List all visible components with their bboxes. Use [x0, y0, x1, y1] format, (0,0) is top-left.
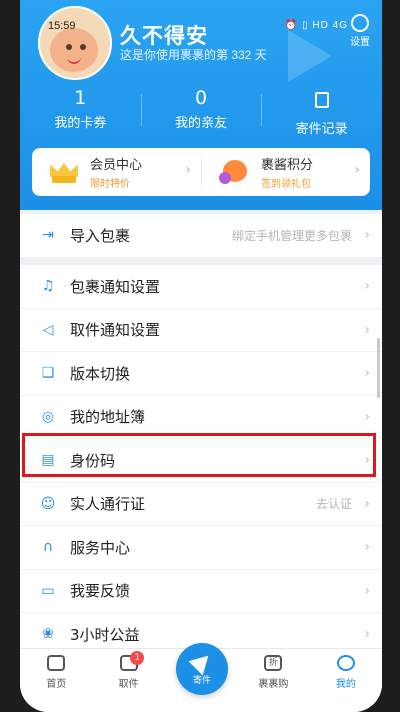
menu-item-label: 我要反馈 [70, 582, 131, 601]
stat-friends[interactable]: 0 我的亲友 [140, 86, 262, 136]
home-icon [47, 655, 66, 671]
person-icon: ☺ [40, 495, 56, 512]
chevron-right-icon: › [364, 321, 370, 338]
import-hint: 绑定手机管理更多包裹 [231, 228, 352, 243]
headset-icon: ∩ [42, 539, 54, 556]
usage-days: 这是你使用裹裹的第 332 天 [120, 48, 267, 62]
chevron-right-icon: › [364, 278, 370, 295]
member-center-title: 会员中心 [90, 158, 143, 173]
chevron-right-icon: › [185, 162, 191, 178]
stat-send-records[interactable]: 寄件记录 [261, 86, 382, 137]
settings-label: 设置 [350, 37, 370, 48]
import-packages-row[interactable]: ⇥ 导入包裹 绑定手机管理更多包裹 › [20, 214, 382, 257]
scrollbar[interactable] [377, 338, 380, 398]
stat-friends-value: 0 [194, 87, 208, 109]
crown-icon [50, 161, 78, 183]
charity-icon: ❀ [42, 626, 54, 643]
status-icons: ⏰ ▯ HD 4G [284, 20, 348, 31]
stat-coupons-value: 1 [74, 87, 87, 109]
menu-item-service-center[interactable]: ∩ 服务中心 › [20, 525, 382, 569]
verify-hint: 去认证 [315, 497, 352, 512]
import-label: 导入包裹 [70, 226, 131, 245]
tab-pickup-label: 取件 [118, 679, 139, 690]
menu-item-address-book[interactable]: ◎ 我的地址簿 › [20, 394, 382, 439]
switch-icon: ❏ [41, 365, 55, 382]
bell-icon: ♫ [41, 278, 55, 295]
menu-item-version-switch[interactable]: ❏ 版本切换 › [20, 351, 382, 395]
tab-home-label: 首页 [46, 679, 67, 690]
chevron-right-icon: › [354, 162, 360, 178]
chevron-right-icon: › [364, 365, 370, 382]
chevron-right-icon: › [364, 539, 370, 556]
chevron-right-icon: › [364, 626, 370, 643]
send-button[interactable]: 寄件 [176, 643, 228, 695]
mascot-icon [336, 655, 355, 671]
avatar[interactable] [38, 6, 112, 80]
stats-row: 1 我的卡券 0 我的亲友 寄件记录 [20, 86, 382, 137]
phone-frame: 15:59 ⏰ ▯ HD 4G 久不得安 这是你使用裹裹的第 332 天 设置 … [0, 0, 400, 712]
menu-item-label: 3小时公益 [70, 625, 140, 644]
paper-plane-icon [188, 648, 216, 676]
avatar-eye-right [80, 44, 86, 50]
points-title: 裹酱积分 [261, 158, 314, 173]
chevron-right-icon: › [364, 495, 370, 512]
member-center-entry[interactable]: 会员中心 限时特价 › [32, 148, 201, 196]
chevron-right-icon: › [364, 227, 370, 244]
points-subtitle: 签到领礼包 [261, 179, 311, 190]
menu-item-label: 包裹通知设置 [70, 277, 161, 296]
gear-icon [351, 14, 369, 32]
stat-friends-label: 我的亲友 [175, 116, 228, 131]
points-entry[interactable]: 裹酱积分 签到领礼包 › [201, 148, 370, 196]
tab-home[interactable]: 首页 [20, 649, 92, 712]
document-icon [314, 92, 329, 108]
menu-list: ♫ 包裹通知设置 › ◁ 取件通知设置 › ❏ 版本切换 › ◎ 我的地址簿 ›… [20, 265, 382, 656]
stat-coupons[interactable]: 1 我的卡券 [20, 86, 141, 136]
avatar-face [50, 28, 98, 72]
menu-item-label: 取件通知设置 [70, 321, 161, 340]
settings-button[interactable]: 设置 [350, 14, 370, 48]
stat-send-records-label: 寄件记录 [295, 122, 348, 137]
tab-mine[interactable]: 我的 [310, 649, 382, 712]
speaker-icon: ◁ [42, 321, 54, 338]
tab-pickup[interactable]: 1 取件 [92, 649, 164, 712]
menu-item-identity-code[interactable]: ▤ 身份码 › [20, 438, 382, 482]
member-center-subtitle: 限时特价 [90, 179, 130, 190]
tab-shop-label: 裹裹购 [258, 679, 289, 690]
tab-shop[interactable]: 折 裹裹购 [237, 649, 309, 712]
stat-coupons-label: 我的卡券 [54, 116, 107, 131]
tab-mine-label: 我的 [335, 679, 356, 690]
status-time: 15:59 [48, 20, 76, 32]
menu-item-pickup-notify[interactable]: ◁ 取件通知设置 › [20, 307, 382, 352]
avatar-eye-left [66, 44, 72, 50]
menu-item-feedback[interactable]: ▭ 我要反馈 › [20, 568, 382, 613]
chevron-right-icon: › [364, 408, 370, 425]
menu-item-label: 实人通行证 [70, 495, 146, 514]
import-group: ⇥ 导入包裹 绑定手机管理更多包裹 › [20, 214, 382, 257]
points-mascot-icon [219, 158, 249, 186]
pickup-badge: 1 [130, 651, 145, 665]
shopping-bag-icon: 折 [264, 655, 283, 671]
menu-item-package-notify[interactable]: ♫ 包裹通知设置 › [20, 265, 382, 308]
id-card-icon: ▤ [41, 452, 55, 469]
menu-item-label: 服务中心 [70, 538, 131, 557]
bottom-tab-bar: 首页 1 取件 折 裹裹购 我的 寄件 [20, 643, 382, 712]
member-points-card: 会员中心 限时特价 › 裹酱积分 签到领礼包 › [32, 148, 370, 196]
play-watermark-icon [288, 30, 332, 82]
menu-item-label: 我的地址簿 [70, 408, 146, 427]
chevron-right-icon: › [364, 452, 370, 469]
menu-item-label: 身份码 [70, 451, 116, 470]
menu-item-real-person-pass[interactable]: ☺ 实人通行证 去认证 › [20, 481, 382, 526]
app-screen: 15:59 ⏰ ▯ HD 4G 久不得安 这是你使用裹裹的第 332 天 设置 … [20, 0, 382, 712]
menu-item-label: 版本切换 [70, 364, 131, 383]
import-icon: ⇥ [42, 227, 54, 244]
feedback-icon: ▭ [41, 582, 55, 599]
location-icon: ◎ [41, 408, 55, 425]
chevron-right-icon: › [364, 582, 370, 599]
